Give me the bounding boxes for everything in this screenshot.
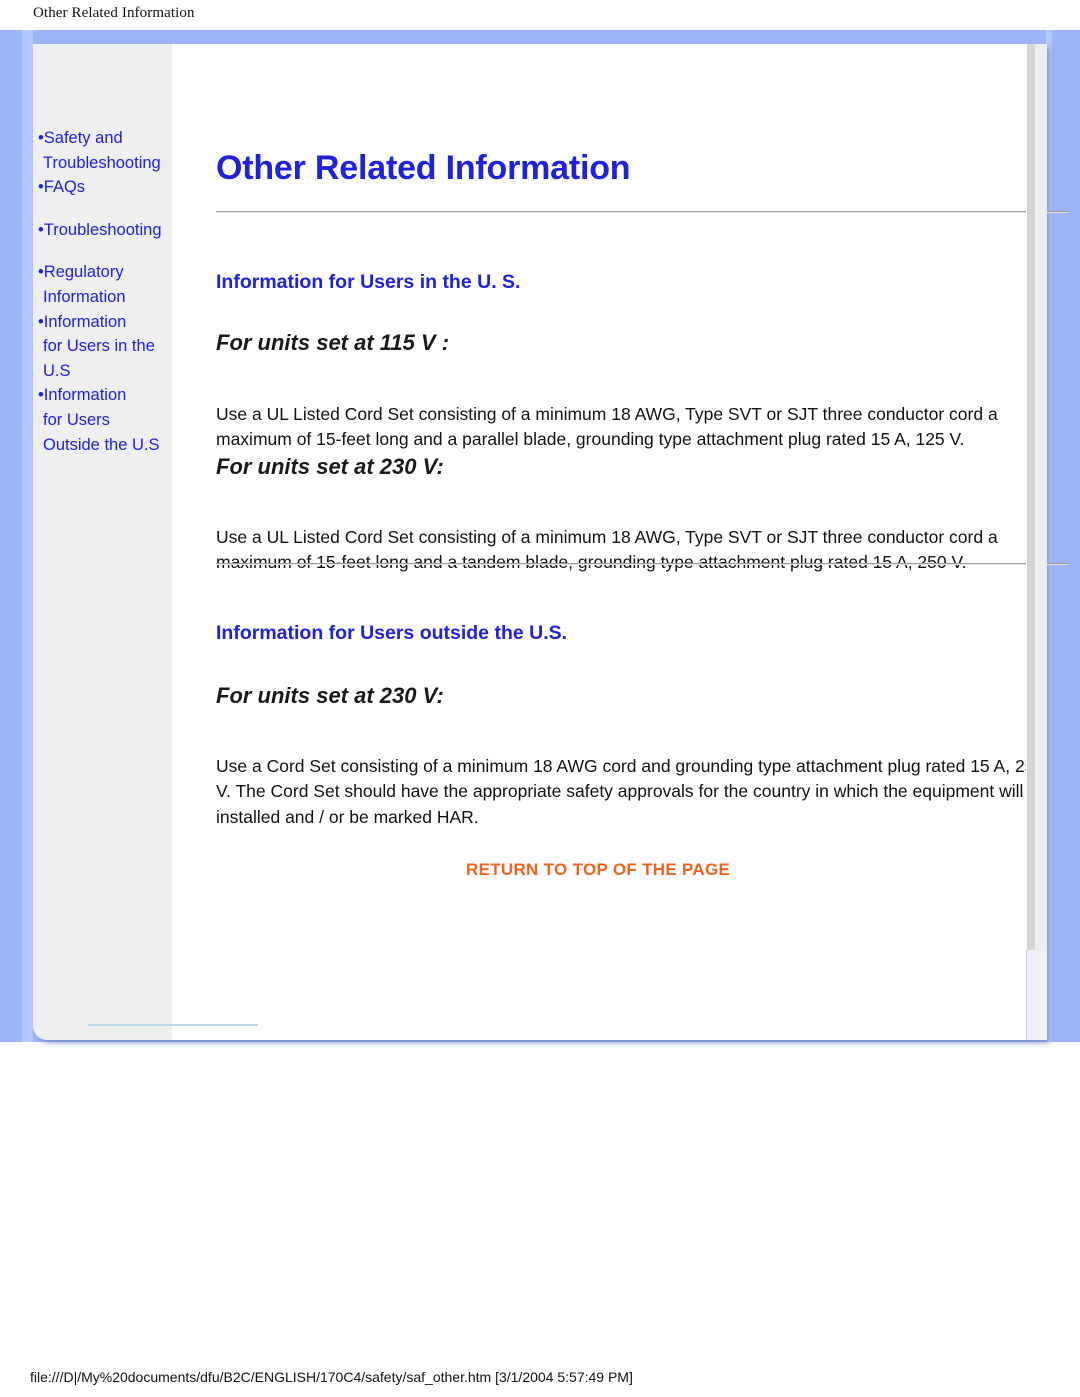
sidebar: •Safety and Troubleshooting •FAQs •Troub… bbox=[33, 44, 172, 1040]
sidebar-item-label: Regulatory bbox=[43, 263, 124, 282]
page-card: •Safety and Troubleshooting •FAQs •Troub… bbox=[33, 44, 1068, 1040]
section-divider-top bbox=[216, 211, 1068, 213]
page-title: Other Related Information bbox=[216, 148, 631, 187]
sidebar-item-label-line2: for Users bbox=[43, 410, 110, 429]
sidebar-item-label-line3: U.S bbox=[43, 361, 71, 380]
page-header-title: Other Related Information bbox=[33, 5, 195, 21]
sidebar-item-label-line2: Information bbox=[43, 287, 126, 306]
sidebar-item-troubleshooting[interactable]: •Troubleshooting bbox=[38, 218, 184, 243]
frame-left-accent bbox=[22, 30, 33, 1042]
sidebar-item-label-line2: Troubleshooting bbox=[43, 153, 161, 172]
sub-heading-230v-us: For units set at 230 V: bbox=[216, 454, 444, 479]
sub-heading-230v-outside-us: For units set at 230 V: bbox=[216, 683, 444, 708]
browser-frame: •Safety and Troubleshooting •FAQs •Troub… bbox=[0, 30, 1080, 1042]
sidebar-item-faqs[interactable]: •FAQs bbox=[38, 175, 184, 200]
sub-heading-115v: For units set at 115 V : bbox=[216, 330, 450, 355]
main-content: Other Related Information Information fo… bbox=[172, 44, 1068, 1040]
scrollbar-thumb[interactable] bbox=[1027, 44, 1035, 1040]
sidebar-group-1: •Safety and Troubleshooting •FAQs bbox=[38, 126, 184, 200]
sidebar-item-safety-and-troubleshooting[interactable]: •Safety and Troubleshooting bbox=[38, 126, 184, 175]
sidebar-item-information-for-users-outside-the-us[interactable]: •Information for Users Outside the U.S bbox=[38, 383, 184, 457]
sidebar-item-label: Information bbox=[43, 386, 127, 405]
paragraph-230v-outside-us: Use a Cord Set consisting of a minimum 1… bbox=[216, 755, 1048, 827]
return-to-top-link[interactable]: RETURN TO TOP OF THE PAGE bbox=[466, 860, 730, 880]
sidebar-item-label: Safety and bbox=[43, 129, 123, 147]
sidebar-item-label-line2: for Users in the bbox=[43, 337, 155, 356]
vertical-scrollbar[interactable] bbox=[1026, 44, 1047, 1040]
sidebar-group-3: •Regulatory Information •Information for… bbox=[38, 260, 184, 457]
sidebar-group-2: •Troubleshooting bbox=[38, 218, 184, 243]
section-heading-outside-us: Information for Users outside the U.S. bbox=[216, 622, 568, 645]
sidebar-item-regulatory-information[interactable]: •Regulatory Information bbox=[38, 260, 184, 309]
paragraph-115v: Use a UL Listed Cord Set consisting of a… bbox=[216, 403, 998, 450]
sidebar-item-label: FAQs bbox=[43, 178, 86, 197]
sidebar-item-label: Information bbox=[43, 312, 127, 331]
footer-path: file:///D|/My%20documents/dfu/B2C/ENGLIS… bbox=[30, 1369, 633, 1385]
sidebar-item-label-line3: Outside the U.S bbox=[43, 435, 160, 454]
sidebar-nav: •Safety and Troubleshooting •FAQs •Troub… bbox=[38, 126, 184, 475]
paragraph-230v-us: Use a UL Listed Cord Set consisting of a… bbox=[216, 526, 998, 573]
sidebar-item-information-for-users-in-the-us[interactable]: •Information for Users in the U.S bbox=[38, 310, 184, 384]
section-divider-middle bbox=[216, 563, 1068, 565]
scrollbar-bottom-region[interactable] bbox=[1026, 950, 1047, 1040]
section-heading-us: Information for Users in the U. S. bbox=[216, 271, 521, 294]
sidebar-item-label: Troubleshooting bbox=[43, 220, 162, 239]
